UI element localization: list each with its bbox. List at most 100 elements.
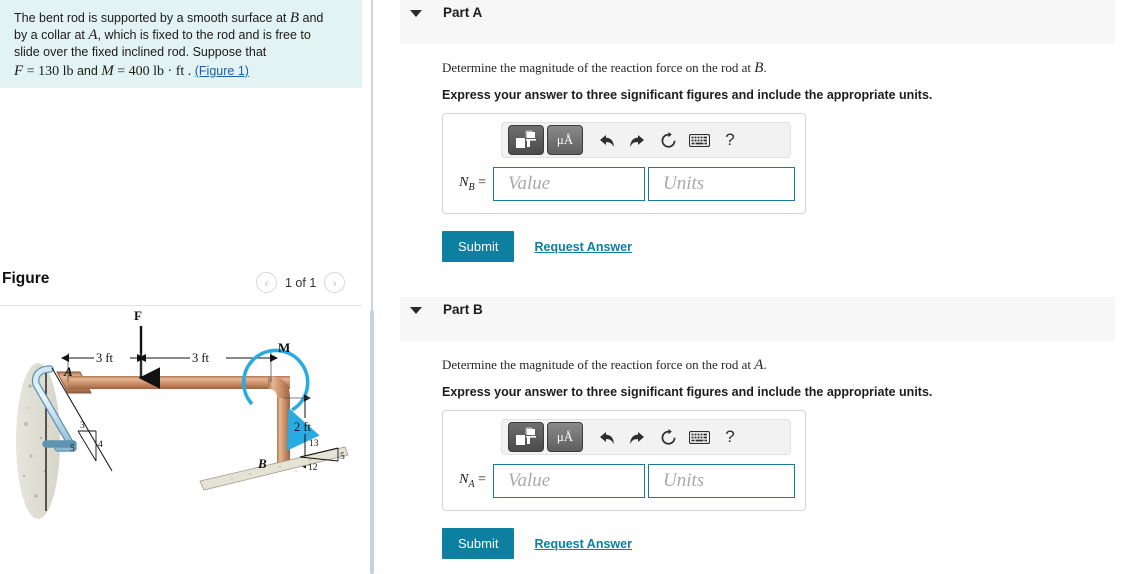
horizontal-rod xyxy=(68,376,290,389)
reset-icon[interactable] xyxy=(654,424,682,450)
part-a-block: Part A Determine the magnitude of the re… xyxy=(376,0,1135,262)
part-a-question-post: . xyxy=(763,60,767,75)
part-a-submit-button[interactable]: Submit xyxy=(442,231,515,262)
problem-line-2: by a collar at A, which is fixed to the … xyxy=(14,27,348,44)
help-glyph: ? xyxy=(725,427,735,446)
greek-units-label: μÅ xyxy=(556,429,574,444)
figure-counter: 1 of 1 xyxy=(285,275,317,290)
figure-diagram: F 3 ft 3 ft A M 2 ft B 13 5 12 3 4 5 xyxy=(0,306,362,574)
part-a-title: Part A xyxy=(443,5,483,20)
part-a-answer-label: NB = xyxy=(453,175,493,193)
problem-text-1b: and xyxy=(299,11,324,25)
part-b-submit-button[interactable]: Submit xyxy=(442,528,515,559)
part-a-value-input[interactable] xyxy=(493,167,645,201)
greek-units-icon[interactable]: μÅ xyxy=(547,422,583,452)
part-b-title: Part B xyxy=(443,302,483,317)
problem-text-2b: , which is fixed to the rod and is free … xyxy=(97,28,311,42)
given-m-symbol: M xyxy=(101,63,114,79)
part-a-submit-row: Submit Request Answer xyxy=(442,231,1135,262)
part-a-input-row: NB = xyxy=(453,167,795,201)
chevron-left-icon: ‹ xyxy=(264,275,269,290)
figure-title: Figure xyxy=(2,270,50,287)
keyboard-icon[interactable] xyxy=(685,127,713,153)
figure-prev-button[interactable]: ‹ xyxy=(256,272,277,293)
part-a-question: Determine the magnitude of the reaction … xyxy=(442,60,1135,77)
part-b-units-input[interactable] xyxy=(648,464,795,498)
figure-1-link[interactable]: (Figure 1) xyxy=(195,64,249,78)
point-a-label: A xyxy=(63,364,73,379)
part-a-request-answer-link[interactable]: Request Answer xyxy=(534,240,631,254)
dim-left-label: 3 ft xyxy=(96,351,114,365)
redo-icon[interactable] xyxy=(623,127,651,153)
part-b-submit-row: Submit Request Answer xyxy=(442,528,1135,559)
reset-icon[interactable] xyxy=(654,127,682,153)
part-a-units-input[interactable] xyxy=(648,167,795,201)
given-m-value: = 400 xyxy=(113,64,150,79)
slope-b-12-label: 12 xyxy=(308,463,318,473)
part-b-question: Determine the magnitude of the reaction … xyxy=(442,357,1135,374)
inclined-surface xyxy=(199,446,349,491)
slope-a-4-label: 4 xyxy=(98,440,103,450)
slope-b-13-label: 13 xyxy=(309,439,319,449)
part-b-value-input[interactable] xyxy=(493,464,645,498)
part-b-header[interactable]: Part B xyxy=(400,297,1115,341)
part-b-answer-box: μÅ ? NA = Value Units xyxy=(442,410,806,511)
redo-icon[interactable] xyxy=(623,424,651,450)
undo-icon[interactable] xyxy=(592,127,620,153)
problem-line-1: The bent rod is supported by a smooth su… xyxy=(14,10,348,27)
caret-down-icon[interactable] xyxy=(410,307,422,314)
vertical-scrollbar[interactable] xyxy=(370,310,374,574)
slope-a-3-label: 3 xyxy=(80,421,85,431)
vertical-rod xyxy=(277,398,290,468)
chevron-right-icon: › xyxy=(332,275,337,290)
figure-next-button[interactable]: › xyxy=(324,272,346,293)
problem-statement: The bent rod is supported by a smooth su… xyxy=(0,0,362,88)
force-label: F xyxy=(134,308,142,323)
given-f-units: lb xyxy=(62,64,74,79)
moment-label: M xyxy=(278,340,290,355)
problem-line-4: F = 130 lb and M = 400 lb · ft . (Figure… xyxy=(14,63,348,80)
problem-text-3: slide over the fixed inclined rod. Suppo… xyxy=(14,45,267,59)
given-f-symbol: F xyxy=(14,63,24,79)
exercise-page: The bent rod is supported by a smooth su… xyxy=(0,0,1135,574)
part-b-instruction: Express your answer to three significant… xyxy=(442,385,933,399)
math-template-icon[interactable] xyxy=(508,422,544,452)
point-b-label: B xyxy=(257,456,267,471)
keyboard-icon[interactable] xyxy=(685,424,713,450)
part-b-math-toolbar: μÅ ? xyxy=(501,419,791,455)
help-glyph: ? xyxy=(725,130,735,149)
part-a-math-toolbar: μÅ ? xyxy=(501,122,791,158)
problem-text-2a: by a collar at xyxy=(14,28,89,42)
help-icon[interactable]: ? xyxy=(716,127,744,153)
part-a-question-pre: Determine the magnitude of the reaction … xyxy=(442,60,755,75)
given-period: . xyxy=(187,64,192,79)
left-panel: The bent rod is supported by a smooth su… xyxy=(0,0,372,574)
part-a-answer-box: μÅ ? NB = Value Units xyxy=(442,113,806,214)
problem-text-1a: The bent rod is supported by a smooth su… xyxy=(14,11,290,25)
conjunction-and: and xyxy=(76,64,98,78)
problem-line-3: slide over the fixed inclined rod. Suppo… xyxy=(14,44,348,61)
dim-right-label: 3 ft xyxy=(192,351,210,365)
greek-units-icon[interactable]: μÅ xyxy=(547,125,583,155)
part-b-question-pre: Determine the magnitude of the reaction … xyxy=(442,357,755,372)
bent-rod-diagram-svg: F 3 ft 3 ft A M 2 ft B 13 5 12 3 4 5 xyxy=(16,308,349,519)
greek-units-label: μÅ xyxy=(556,132,574,147)
figure-navigation: ‹ 1 of 1 › xyxy=(256,272,346,293)
part-b-question-post: . xyxy=(763,357,767,372)
dim-vertical-label: 2 ft xyxy=(294,420,312,434)
part-a-label-eq: = xyxy=(474,175,486,191)
problem-var-a: A xyxy=(88,27,98,43)
part-b-input-row: NA = xyxy=(453,464,795,498)
part-a-header[interactable]: Part A xyxy=(400,0,1115,44)
part-b-request-answer-link[interactable]: Request Answer xyxy=(534,537,631,551)
slope-a-5-label: 5 xyxy=(70,444,75,454)
part-b-block: Part B Determine the magnitude of the re… xyxy=(376,297,1135,559)
given-m-units: lb · ft xyxy=(153,64,185,79)
math-template-icon[interactable] xyxy=(508,125,544,155)
undo-icon[interactable] xyxy=(592,424,620,450)
part-a-instruction: Express your answer to three significant… xyxy=(442,88,933,102)
caret-down-icon[interactable] xyxy=(410,10,422,17)
given-f-value: = 130 xyxy=(23,64,60,79)
help-icon[interactable]: ? xyxy=(716,424,744,450)
slope-b-5-label: 5 xyxy=(340,452,345,462)
